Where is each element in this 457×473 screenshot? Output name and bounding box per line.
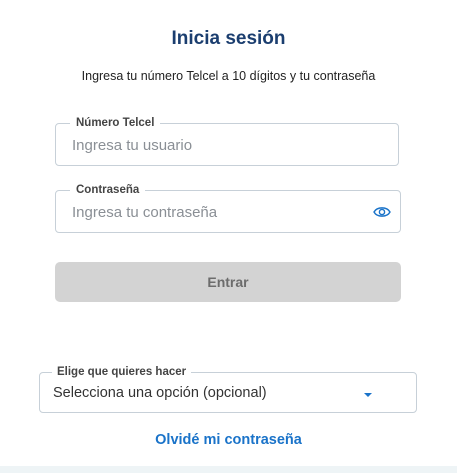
caret-down-icon[interactable] [364,393,372,397]
password-field-placeholder: Ingresa tu contraseña [72,204,218,221]
phone-field-placeholder: Ingresa tu usuario [72,137,193,154]
password-field[interactable]: Contraseña Ingresa tu contraseña [55,183,401,233]
bottom-strip [0,466,457,473]
phone-field[interactable]: Número Telcel Ingresa tu usuario [55,116,399,166]
options-select-value: Selecciona una opción (opcional) [53,385,267,401]
login-card: Inicia sesión Ingresa tu número Telcel a… [0,0,457,466]
eye-icon[interactable] [373,205,391,219]
page-subtitle: Ingresa tu número Telcel a 10 dígitos y … [81,69,376,83]
phone-field-label: Número Telcel [70,116,161,130]
forgot-password-link[interactable]: Olvidé mi contraseña [0,432,457,448]
options-select-label: Elige que quieres hacer [52,365,192,379]
password-field-label: Contraseña [70,183,146,197]
enter-button[interactable]: Entrar [55,262,401,302]
page-title: Inicia sesión [171,28,286,49]
options-select[interactable]: Elige que quieres hacer Selecciona una o… [39,365,417,413]
